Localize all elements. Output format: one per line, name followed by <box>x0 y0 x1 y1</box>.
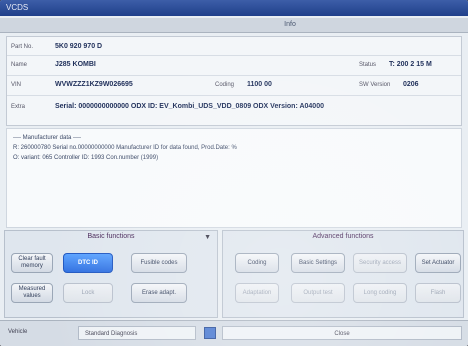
part-no-label: Part No. <box>11 44 34 50</box>
vin-value: WVWZZZ1KZ9W026695 <box>55 81 133 88</box>
basic-functions-header[interactable]: Basic functions <box>5 233 217 240</box>
coding-label: Coding <box>215 82 235 88</box>
vin-row: VIN WVWZZZ1KZ9W026695 Coding 1100 00 SW … <box>7 77 461 95</box>
measured-values-button[interactable]: Measured values <box>11 283 53 303</box>
message-log: ---- Manufacturer data ---- R: 260000780… <box>6 128 462 228</box>
flash-button[interactable]: Flash <box>415 283 461 303</box>
sw-version-label: SW Version <box>359 82 391 88</box>
extra-label: Extra <box>11 104 26 110</box>
lock-button[interactable]: Lock <box>63 283 113 303</box>
advanced-functions-header: Advanced functions <box>312 233 374 240</box>
fusible-codes-button[interactable]: Fusible codes <box>131 253 187 273</box>
coding-button[interactable]: Coding <box>235 253 279 273</box>
name-value: J285 KOMBI <box>55 61 96 68</box>
erase-adapt-button[interactable]: Erase adapt. <box>131 283 187 303</box>
close-button[interactable]: Close <box>222 326 462 340</box>
vin-label: VIN <box>11 82 22 88</box>
sw-version-value: 0206 <box>403 81 419 88</box>
log-line: ---- Manufacturer data ---- <box>13 135 82 141</box>
basic-functions-panel: Basic functions ▼ Clear fault memory DTC… <box>4 230 218 318</box>
log-line: O: variant: 065 Controller ID: 1993 Con.… <box>13 155 159 161</box>
bottom-bar: Vehicle Standard Diagnosis Close <box>0 320 468 346</box>
basic-settings-button[interactable]: Basic Settings <box>291 253 345 273</box>
ecu-info-panel: Part No. 5K0 920 970 D Name J285 KOMBI S… <box>6 36 462 126</box>
chevron-down-icon[interactable]: ▼ <box>204 234 211 241</box>
extra-row: Extra Serial: 0000000000000 ODX ID: EV_K… <box>7 99 461 117</box>
status-label: Status <box>359 62 377 68</box>
info-bar: Info <box>0 18 468 33</box>
security-access-button[interactable]: Security access <box>353 253 407 273</box>
dropdown-icon[interactable] <box>204 327 216 339</box>
long-coding-button[interactable]: Long coding <box>353 283 407 303</box>
dtc-id-button[interactable]: DTC ID <box>63 253 113 273</box>
clear-fault-memory-button[interactable]: Clear fault memory <box>11 253 53 273</box>
advanced-functions-panel: Advanced functions Coding Basic Settings… <box>222 230 464 318</box>
output-test-button[interactable]: Output test <box>291 283 345 303</box>
set-actuator-button[interactable]: Set Actuator <box>415 253 461 273</box>
diagnosis-mode-select[interactable]: Standard Diagnosis <box>78 326 196 340</box>
vehicle-label: Vehicle <box>8 329 28 335</box>
status-value: T: 200 2 15 M <box>389 61 432 68</box>
info-bar-title: Info <box>284 21 296 28</box>
coding-value: 1100 00 <box>247 81 272 88</box>
name-row: Name J285 KOMBI Status T: 200 2 15 M <box>7 57 461 75</box>
app-screen: VCDS Info Part No. 5K0 920 970 D Name J2… <box>0 0 468 346</box>
log-line: R: 260000780 Serial no.00000000000 Manuf… <box>13 145 237 151</box>
window-titlebar: VCDS <box>0 0 468 16</box>
window-title: VCDS <box>6 3 29 12</box>
adaptation-button[interactable]: Adaptation <box>235 283 279 303</box>
name-label: Name <box>11 62 28 68</box>
extra-value: Serial: 0000000000000 ODX ID: EV_Kombi_U… <box>55 103 324 110</box>
part-no-value: 5K0 920 970 D <box>55 43 103 50</box>
